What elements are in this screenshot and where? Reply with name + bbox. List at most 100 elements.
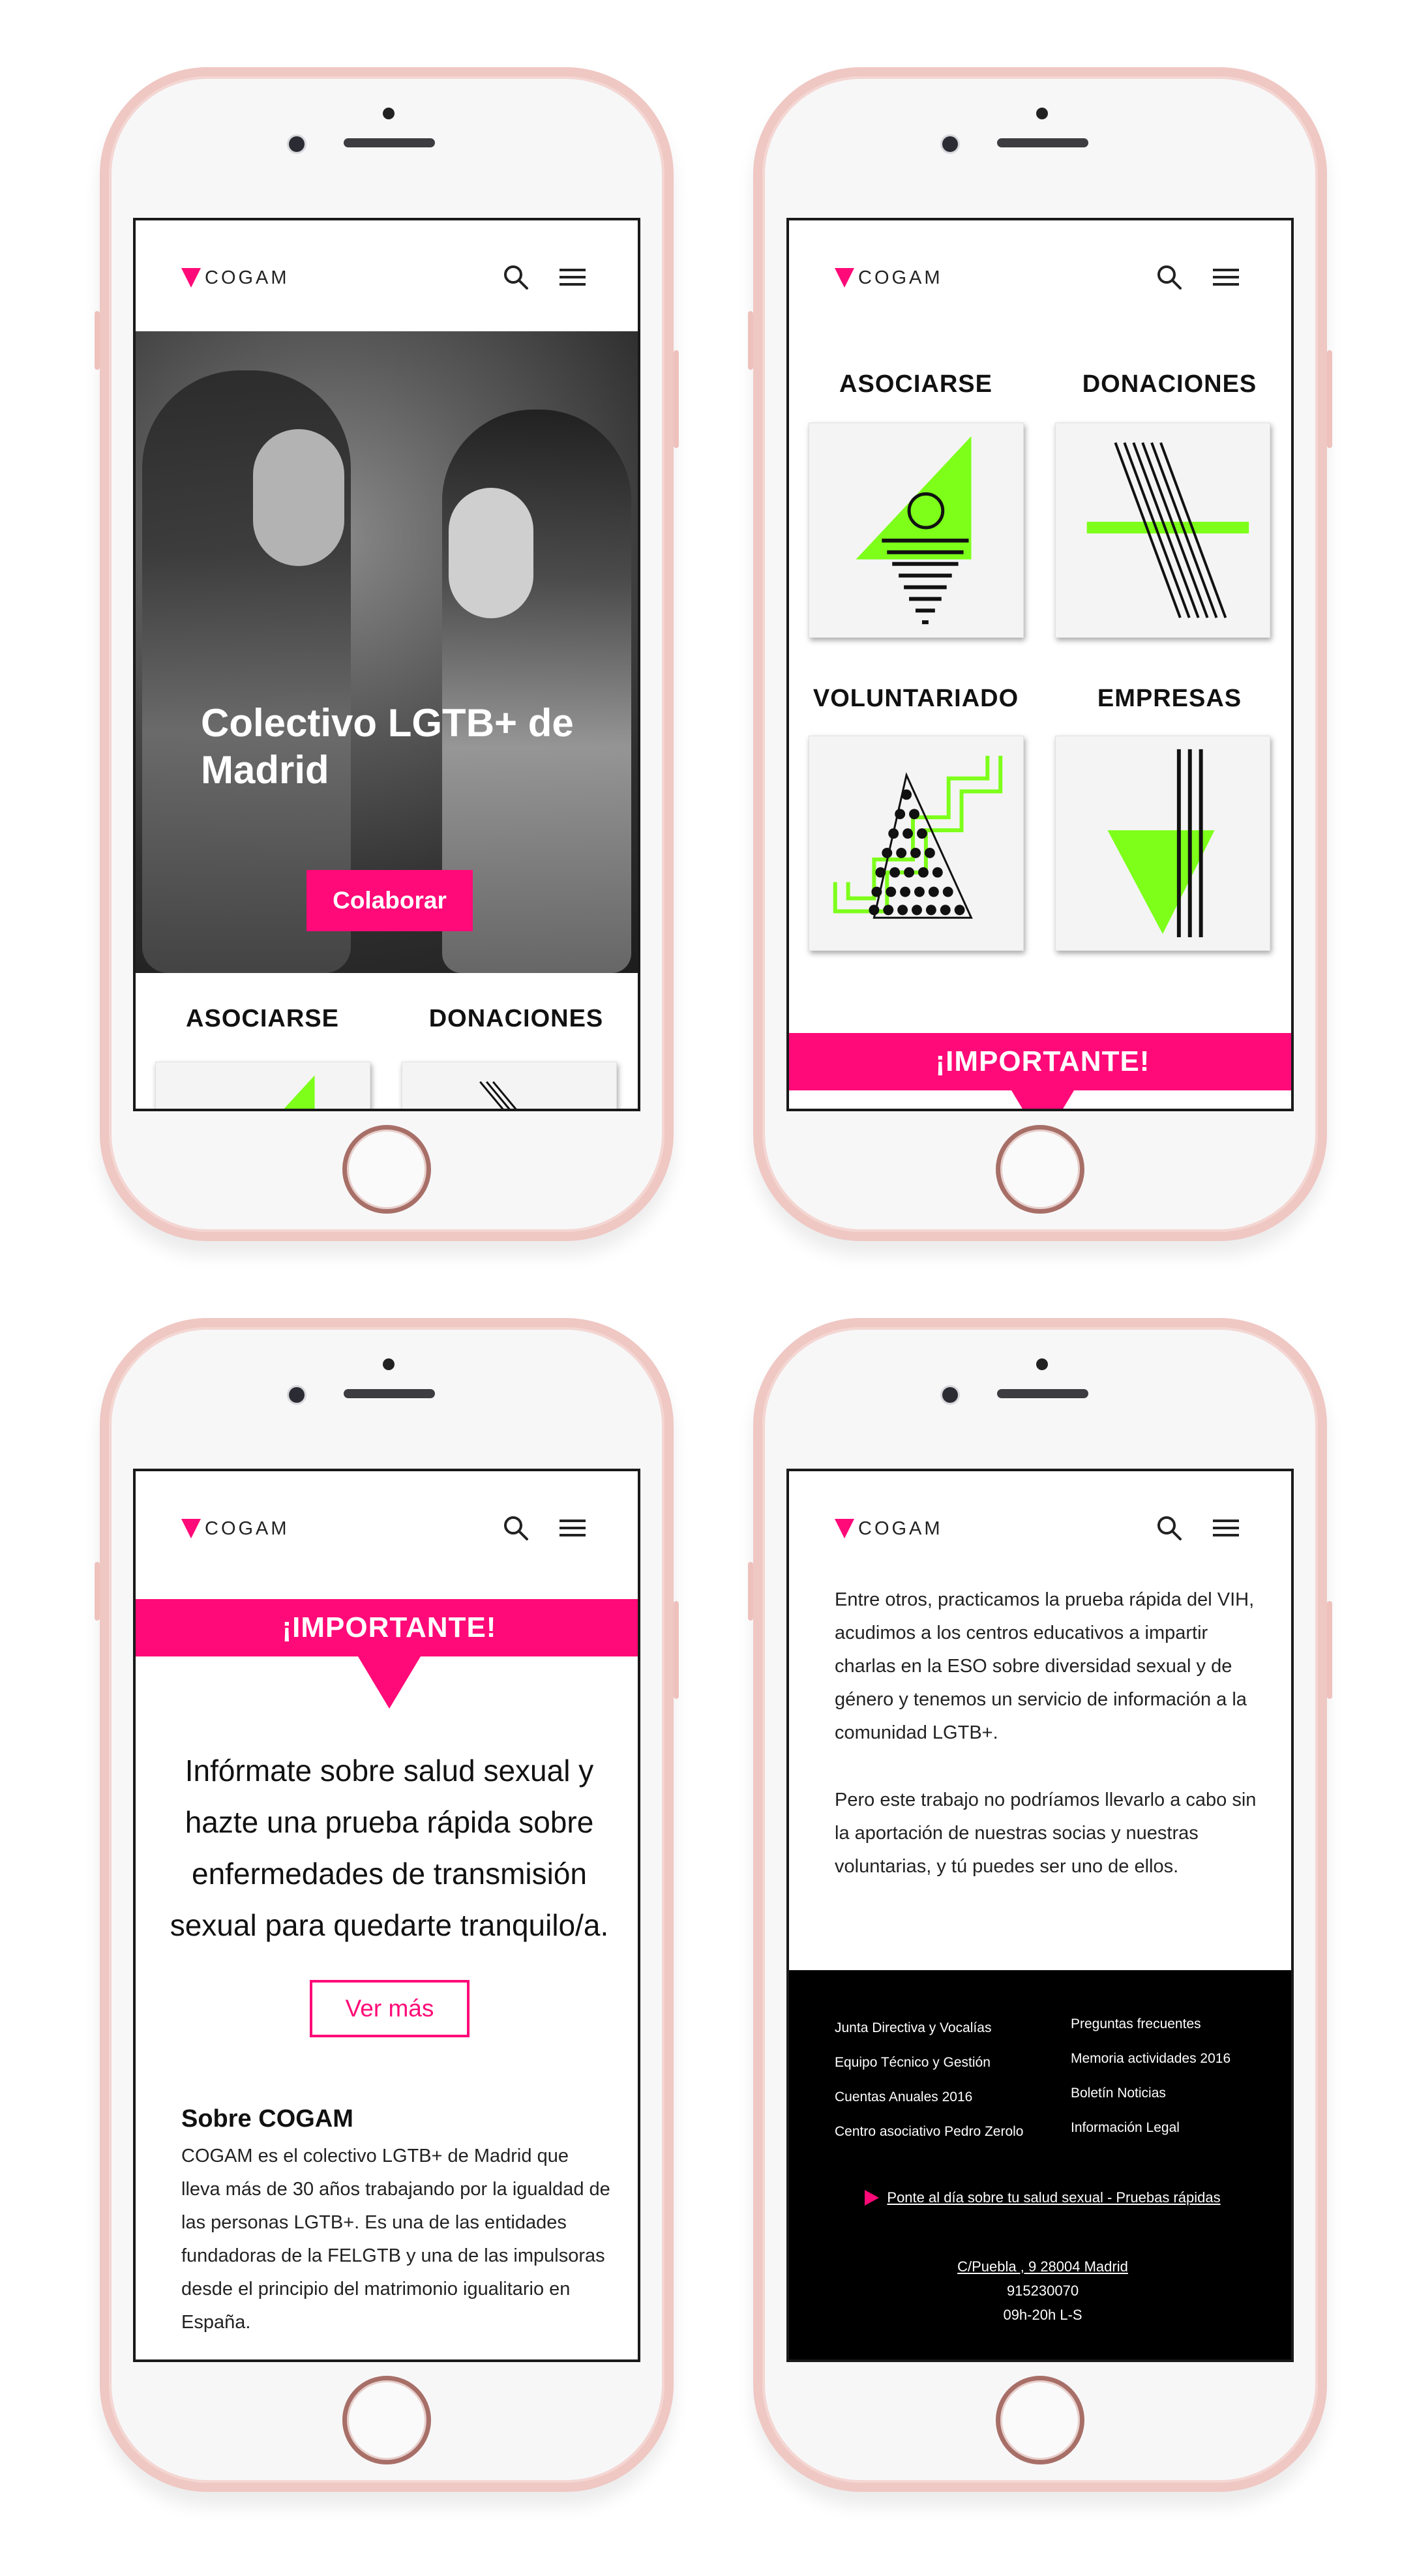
footer-contact: C/Puebla , 9 28004 Madrid 915230070 09h-… [789,2254,1291,2327]
phone-mockup: COGAM ASOCIARSE DONACIONES VOLUNTARIADO … [748,67,1332,1241]
asociarse-graphic-icon [284,1075,315,1109]
footer-hours: 09h-20h L-S [1003,2307,1082,2323]
hamburger-menu-icon[interactable] [559,266,586,288]
donaciones-graphic-icon [479,1081,517,1109]
screen-footer: COGAM Entre otros, practicamos la prueba… [786,1469,1294,2362]
search-icon[interactable] [1156,263,1183,291]
tile-label-empresas: EMPRESAS [1097,685,1242,712]
phone-mockup: COGAM ¡IMPORTANTE! Infórmate sobre salud… [95,1318,679,2492]
screen-tiles: COGAM ASOCIARSE DONACIONES VOLUNTARIADO … [786,218,1294,1111]
hamburger-menu-icon[interactable] [1213,266,1239,288]
logo-triangle-icon [181,1519,201,1538]
logo-text: COGAM [205,1518,290,1539]
footer-link[interactable]: Preguntas frecuentes [1071,2007,1231,2041]
tile-donaciones[interactable] [1055,423,1270,638]
tile-donaciones[interactable] [402,1062,617,1109]
logo-text: COGAM [858,1518,943,1539]
footer-cta-row: Ponte al día sobre tu salud sexual - Pru… [789,2189,1291,2206]
front-camera [942,136,958,152]
important-banner: ¡IMPORTANTE! [136,1599,638,1656]
site-header: COGAM [789,1471,1291,1582]
tile-label-asociarse: ASOCIARSE [186,1005,339,1032]
donaciones-graphic-icon [1086,442,1249,618]
important-text: Infórmate sobre salud sexual y hazte una… [170,1754,609,1942]
footer-links-right: Preguntas frecuentes Memoria actividades… [1071,2007,1231,2145]
site-footer: Junta Directiva y Vocalías Equipo Técnic… [789,1970,1291,2359]
empresas-graphic-icon [1107,749,1215,938]
hero-photo-face-right [449,488,533,618]
front-camera [942,1387,958,1403]
tile-labels-row-2: VOLUNTARIADO EMPRESAS [789,685,1291,713]
ver-mas-button[interactable]: Ver más [310,1980,470,2037]
footer-link[interactable]: Centro asociativo Pedro Zerolo [835,2114,1023,2149]
site-header: COGAM [136,220,638,331]
footer-link[interactable]: Equipo Técnico y Gestión [835,2045,1023,2080]
logo-triangle-icon [835,268,854,288]
logo[interactable]: COGAM [835,267,943,288]
footer-link[interactable]: Boletín Noticias [1071,2076,1231,2110]
tile-empresas[interactable] [1055,736,1270,951]
tile-label-donaciones: DONACIONES [428,1005,604,1032]
tile-asociarse[interactable] [809,423,1024,638]
logo-triangle-icon [835,1519,854,1538]
hero-title: Colectivo LGTB+ de Madrid [201,701,574,792]
footer-link[interactable]: Memoria actividades 2016 [1071,2041,1231,2076]
logo-text: COGAM [205,267,290,288]
footer-link[interactable]: Cuentas Anuales 2016 [835,2080,1023,2114]
tile-label-voluntariado: VOLUNTARIADO [813,685,1019,712]
important-banner: ¡IMPORTANTE! [789,1033,1291,1090]
hero-banner: Colectivo LGTB+ de Madrid Colaborar [136,331,638,973]
tile-asociarse[interactable] [155,1062,370,1109]
hero-photo-face-left [253,429,344,566]
play-arrow-icon [865,2190,880,2206]
tile-label-donaciones: DONACIONES [1082,370,1257,398]
tile-voluntariado[interactable] [809,736,1024,951]
search-icon[interactable] [1156,1514,1183,1542]
home-button [342,1125,431,1214]
search-icon[interactable] [502,263,530,291]
logo[interactable]: COGAM [181,1518,290,1539]
important-banner-arrow [358,1656,421,1709]
speaker-grille [344,1389,435,1398]
speaker-grille [997,138,1088,147]
hamburger-menu-icon[interactable] [1213,1517,1239,1539]
logo-text: COGAM [858,267,943,288]
about-paragraph: Pero este trabajo no podríamos llevarlo … [835,1790,1257,1877]
phone-mockup: COGAM Colectivo LGTB+ de Madrid Colabora… [95,67,679,1241]
home-button [996,2376,1084,2464]
tile-label-asociarse: ASOCIARSE [839,370,992,398]
speaker-grille [344,138,435,147]
sensor-dot [1036,1358,1048,1370]
logo-triangle-icon [181,268,201,288]
colaborar-button[interactable]: Colaborar [306,870,473,931]
footer-link[interactable]: Información Legal [1071,2110,1231,2145]
footer-phone: 915230070 [1006,2283,1079,2299]
tile-labels: ASOCIARSE DONACIONES [136,1005,638,1033]
sensor-dot [1036,108,1048,119]
about-body: Entre otros, practicamos la prueba rápid… [835,1583,1265,1917]
screen-important: COGAM ¡IMPORTANTE! Infórmate sobre salud… [133,1469,640,2362]
home-button [342,2376,431,2464]
search-icon[interactable] [502,1514,530,1542]
front-camera [289,136,305,152]
voluntariado-graphic-icon [833,755,1003,919]
home-button [996,1125,1084,1214]
footer-link[interactable]: Junta Directiva y Vocalías [835,2011,1023,2045]
tile-labels-row-1: ASOCIARSE DONACIONES [789,370,1291,398]
asociarse-graphic-icon [856,436,972,625]
site-header: COGAM [789,220,1291,331]
site-header: COGAM [136,1471,638,1582]
footer-address[interactable]: C/Puebla , 9 28004 Madrid [789,2254,1291,2279]
footer-cta-link[interactable]: Ponte al día sobre tu salud sexual - Pru… [887,2189,1220,2206]
logo[interactable]: COGAM [181,267,290,288]
about-text: COGAM es el colectivo LGTB+ de Madrid qu… [181,2146,610,2333]
about-title: Sobre COGAM [181,2105,353,2133]
logo[interactable]: COGAM [835,1518,943,1539]
sensor-dot [383,1358,395,1370]
about-paragraph: Entre otros, practicamos la prueba rápid… [835,1589,1255,1743]
footer-links-left: Junta Directiva y Vocalías Equipo Técnic… [835,2011,1023,2149]
sensor-dot [383,108,395,119]
screen-home: COGAM Colectivo LGTB+ de Madrid Colabora… [133,218,640,1111]
speaker-grille [997,1389,1088,1398]
hamburger-menu-icon[interactable] [559,1517,586,1539]
